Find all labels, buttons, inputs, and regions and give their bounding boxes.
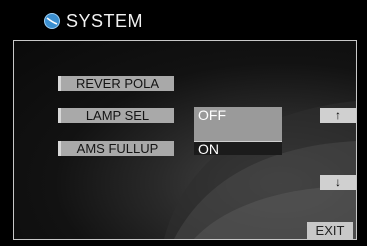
scroll-up-button[interactable]: ↑ [320,108,356,123]
menu-item-ams-fullup[interactable]: AMS FULLUP [58,141,174,156]
osd-screen: SYSTEM REVER POLA LAMP SEL AMS FULLUP OF… [0,0,367,246]
arrow-up-icon: ↑ [335,108,341,122]
arrow-down-icon: ↓ [335,175,341,189]
option-on[interactable]: ON [194,141,282,156]
menu-item-rever-pola[interactable]: REVER POLA [58,76,174,91]
background-swoosh [164,101,356,239]
page-title: SYSTEM [66,11,144,31]
system-globe-icon [44,13,60,29]
menu-item-lamp-sel[interactable]: LAMP SEL [58,108,174,123]
scroll-down-button[interactable]: ↓ [320,175,356,190]
menu-panel [13,40,357,240]
exit-button[interactable]: EXIT [307,222,353,239]
option-off[interactable]: OFF [194,107,282,141]
